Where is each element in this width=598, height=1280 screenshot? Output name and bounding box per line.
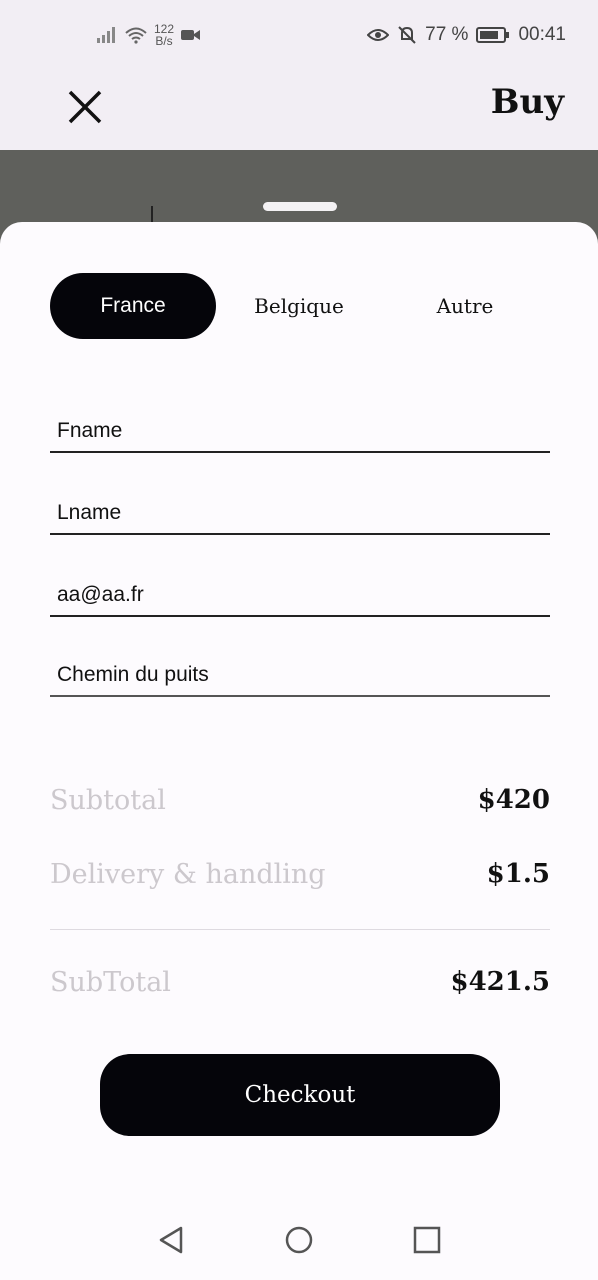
total-row: SubTotal $421.5 <box>50 960 550 1004</box>
home-button[interactable] <box>282 1223 316 1257</box>
total-label: SubTotal <box>50 966 171 998</box>
signal-icon <box>97 27 115 43</box>
bell-muted-icon <box>398 26 416 44</box>
recents-button[interactable] <box>410 1223 444 1257</box>
recents-square-icon <box>413 1226 441 1254</box>
battery-icon <box>476 27 510 43</box>
status-right: 77 % 00:41 <box>367 18 566 52</box>
clock: 00:41 <box>518 24 566 45</box>
checkout-button[interactable]: Checkout <box>100 1054 500 1136</box>
app-bar: Buy <box>0 70 598 150</box>
wifi-icon <box>125 27 147 44</box>
close-icon <box>68 90 102 124</box>
back-triangle-icon <box>159 1226 183 1254</box>
back-button[interactable] <box>154 1223 188 1257</box>
address-field-wrap <box>50 655 550 697</box>
delivery-label: Delivery & handling <box>50 858 326 890</box>
email-field[interactable] <box>50 575 550 615</box>
video-icon <box>181 30 201 40</box>
eye-icon <box>367 29 390 41</box>
first-name-field-wrap <box>50 411 550 453</box>
checkout-sheet: France Belgique Autre Subtotal $420 Deli… <box>0 222 598 1280</box>
last-name-field[interactable] <box>50 493 550 533</box>
system-nav-bar <box>0 1200 598 1280</box>
subtotal-row: Subtotal $420 <box>50 778 550 822</box>
drag-handle[interactable] <box>263 202 337 211</box>
summary-divider <box>50 929 550 930</box>
delivery-value: $1.5 <box>486 859 550 889</box>
battery-percent: 77 % <box>425 24 469 45</box>
last-name-field-wrap <box>50 493 550 535</box>
status-bar: 122 B/s 77 % 00:41 <box>0 0 598 70</box>
subtotal-value: $420 <box>477 785 550 815</box>
close-button[interactable] <box>60 82 110 132</box>
email-field-wrap <box>50 575 550 617</box>
first-name-field[interactable] <box>50 411 550 451</box>
address-field[interactable] <box>50 655 550 695</box>
net-speed: 122 B/s <box>154 23 174 47</box>
tab-belgique[interactable]: Belgique <box>216 273 382 339</box>
subtotal-label: Subtotal <box>50 784 166 816</box>
page-title: Buy <box>490 82 564 122</box>
country-selector: France Belgique Autre <box>50 273 550 339</box>
status-left: 122 B/s <box>96 18 202 52</box>
tab-autre[interactable]: Autre <box>382 273 548 339</box>
home-circle-icon <box>285 1226 313 1254</box>
tab-france[interactable]: France <box>50 273 216 339</box>
total-value: $421.5 <box>450 967 550 997</box>
net-speed-unit: B/s <box>155 34 173 48</box>
delivery-row: Delivery & handling $1.5 <box>50 852 550 896</box>
